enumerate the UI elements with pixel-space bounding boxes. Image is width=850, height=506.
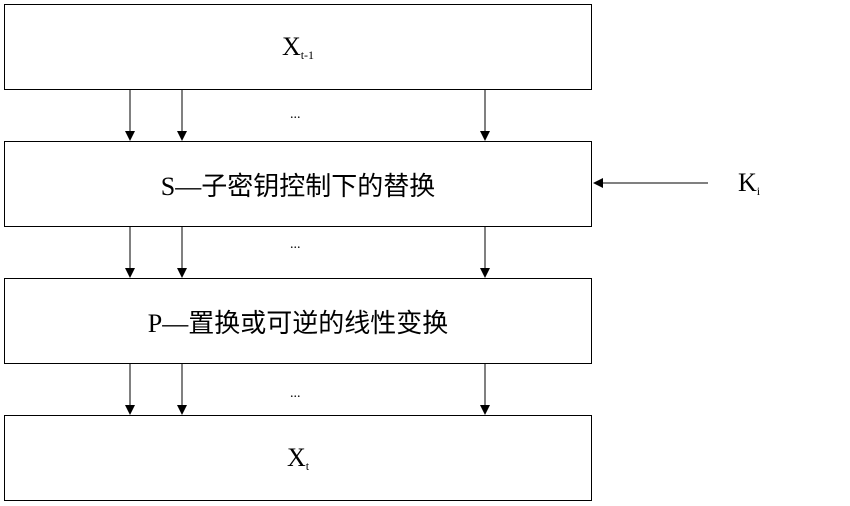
output-state-box: Xt — [4, 415, 592, 501]
subkey-subscript: i — [756, 184, 761, 198]
ellipsis-s-to-p: ... — [290, 237, 301, 252]
output-state-label: Xt — [287, 443, 309, 474]
input-state-box: Xt-1 — [4, 4, 592, 90]
ellipsis-input-to-s: ... — [290, 107, 301, 122]
input-state-subscript: t-1 — [300, 47, 315, 62]
diagram-canvas: Xt-1 S—子密钥控制下的替换 P—置换或可逆的线性变换 Xt ... ...… — [0, 0, 850, 506]
input-state-label: Xt-1 — [282, 32, 314, 63]
subkey-label: Ki — [738, 168, 760, 199]
p-layer-box: P—置换或可逆的线性变换 — [4, 278, 592, 364]
s-layer-box: S—子密钥控制下的替换 — [4, 141, 592, 227]
input-state-symbol: X — [281, 31, 301, 61]
s-layer-label: S—子密钥控制下的替换 — [160, 171, 436, 201]
ellipsis-p-to-output: ... — [290, 386, 301, 401]
p-layer-label: P—置换或可逆的线性变换 — [147, 308, 449, 338]
output-state-symbol: X — [286, 442, 306, 472]
output-state-subscript: t — [305, 458, 310, 473]
subkey-symbol: K — [738, 168, 757, 197]
